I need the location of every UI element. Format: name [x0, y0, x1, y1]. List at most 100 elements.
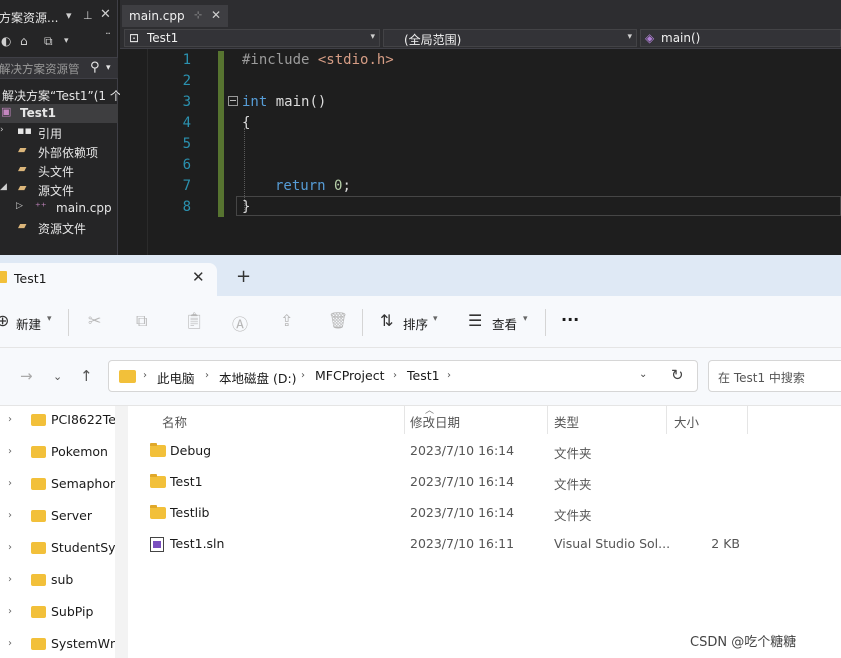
copy-button[interactable]: ⧉	[136, 296, 156, 348]
new-button[interactable]: ⊕ 新建 ▾	[0, 296, 60, 348]
scope-dropdown[interactable]: (全局范围) ▾	[383, 29, 637, 47]
pin-icon[interactable]: ⊥	[83, 9, 93, 22]
tree-source-files[interactable]: ◢ ▰ 源文件	[0, 180, 118, 199]
switch-views-icon[interactable]: ⧉	[44, 34, 53, 49]
nav-item-server[interactable]: › Server	[0, 504, 128, 532]
nav-item-systemwn[interactable]: › SystemWn	[0, 632, 128, 658]
column-divider[interactable]	[666, 406, 667, 434]
expand-arrow-icon[interactable]: ▷	[16, 201, 23, 211]
collapse-arrow-icon[interactable]: ◢	[0, 182, 7, 192]
tab-main-cpp[interactable]: main.cpp ⊹ ✕	[122, 5, 228, 27]
folder-icon	[119, 370, 136, 383]
breadcrumb-separator-icon[interactable]: ›	[447, 370, 451, 381]
chevron-right-icon[interactable]: ›	[8, 446, 12, 457]
column-header-size[interactable]: 大小	[674, 412, 699, 431]
explorer-tab-test1[interactable]: Test1 ✕	[0, 263, 217, 296]
chevron-right-icon[interactable]: ›	[8, 574, 12, 585]
chevron-down-icon[interactable]: ▾	[64, 36, 69, 46]
chevron-down-icon[interactable]: ▾	[106, 63, 111, 73]
tree-solution[interactable]: 解决方案“Test1”(1 个	[0, 85, 122, 104]
breadcrumb-separator-icon[interactable]: ›	[143, 370, 147, 381]
chevron-right-icon[interactable]: ›	[8, 510, 12, 521]
navigation-pane-scrollbar[interactable]	[115, 406, 128, 658]
share-button[interactable]: ⇪	[280, 296, 300, 348]
file-row-testlib[interactable]: Testlib 2023/7/10 16:14 文件夹	[150, 498, 841, 529]
back-icon[interactable]: ◐	[1, 34, 11, 48]
tree-external-deps[interactable]: ▰ 外部依赖项	[0, 142, 118, 161]
navigation-bar: ⊡ Test1 ▾ (全局范围) ▾ ◈ main()	[120, 27, 841, 49]
code-line-1[interactable]: #include <stdio.h>	[242, 52, 394, 68]
refresh-icon[interactable]: ↻	[671, 366, 684, 384]
breadcrumb-separator-icon[interactable]: ›	[393, 370, 397, 381]
nav-item-subpip[interactable]: › SubPip	[0, 600, 128, 628]
breadcrumb-separator-icon[interactable]: ›	[205, 370, 209, 381]
chevron-down-icon[interactable]: ⌄	[639, 369, 647, 380]
column-header-type[interactable]: 类型	[554, 412, 579, 431]
code-line-8[interactable]: }	[242, 199, 250, 215]
search-input[interactable]: 在 Test1 中搜索	[718, 369, 805, 386]
file-row-debug[interactable]: Debug 2023/7/10 16:14 文件夹	[150, 436, 841, 467]
code-line-7[interactable]: return 0;	[275, 178, 351, 194]
code-line-4[interactable]: {	[242, 115, 250, 131]
nav-item-studentsys[interactable]: › StudentSys	[0, 536, 128, 564]
column-divider[interactable]	[404, 406, 405, 434]
panel-menu-icon[interactable]: ▾	[66, 9, 72, 22]
project-dropdown[interactable]: ⊡ Test1 ▾	[124, 29, 380, 47]
more-options-button[interactable]: ···	[561, 296, 585, 348]
nav-item-semaphor[interactable]: › Semaphor	[0, 472, 128, 500]
function-icon: ◈	[645, 31, 655, 45]
divider	[362, 309, 363, 336]
new-tab-button[interactable]: +	[236, 266, 251, 287]
chevron-right-icon[interactable]: ›	[8, 414, 12, 425]
chevron-right-icon[interactable]: ›	[8, 478, 12, 489]
chevron-right-icon[interactable]: ›	[8, 606, 12, 617]
address-bar[interactable]: › 此电脑 › 本地磁盘 (D:) › MFCProject › Test1 ›…	[108, 360, 698, 392]
close-icon[interactable]: ✕	[211, 8, 221, 22]
search-icon[interactable]: ⚲	[90, 60, 100, 75]
paste-button[interactable]: 📋︎	[184, 296, 204, 348]
tree-project-test1[interactable]: ▣ Test1	[0, 104, 118, 123]
tree-main-cpp[interactable]: ▷ ⁺⁺ main.cpp	[0, 199, 118, 218]
column-divider[interactable]	[547, 406, 548, 434]
breadcrumb-this-pc[interactable]: 此电脑	[157, 368, 195, 387]
member-dropdown[interactable]: ◈ main()	[640, 29, 841, 47]
collapse-region-icon[interactable]	[228, 96, 238, 106]
up-arrow-icon[interactable]: ↑	[80, 367, 93, 385]
column-header-date[interactable]: 修改日期	[410, 412, 460, 431]
delete-button[interactable]: 🗑︎	[328, 296, 348, 348]
tree-header-files[interactable]: ▰ 头文件	[0, 161, 118, 180]
code-line-3[interactable]: int main()	[242, 94, 326, 110]
home-icon[interactable]: ⌂	[20, 34, 28, 48]
file-row-test1-sln[interactable]: Test1.sln 2023/7/10 16:11 Visual Studio …	[150, 529, 841, 560]
solution-explorer-search[interactable]: 解决方案资源管 ⚲ ▾	[0, 57, 118, 79]
breadcrumb-test1[interactable]: Test1	[407, 368, 440, 383]
nav-item-pci8622[interactable]: › PCI8622Te	[0, 408, 128, 436]
nav-item-sub[interactable]: › sub	[0, 568, 128, 596]
close-icon[interactable]: ✕	[100, 7, 111, 22]
column-header-name[interactable]: 名称	[162, 412, 187, 431]
nav-item-label: sub	[51, 572, 74, 587]
rename-button[interactable]: Ⓐ	[232, 296, 252, 348]
breadcrumb-mfcproject[interactable]: MFCProject	[315, 368, 384, 383]
chevron-right-icon[interactable]: ›	[8, 542, 12, 553]
sort-button[interactable]: ⇅ 排序 ▾	[380, 296, 450, 348]
tree-resource-files[interactable]: ▰ 资源文件	[0, 218, 118, 237]
column-divider[interactable]	[747, 406, 748, 434]
search-box[interactable]: 在 Test1 中搜索	[708, 360, 841, 392]
breadcrumb-separator-icon[interactable]: ›	[301, 370, 305, 381]
nav-item-pokemon[interactable]: › Pokemon	[0, 440, 128, 468]
project-dropdown-value: Test1	[147, 31, 179, 45]
more-icon[interactable]: ¨	[105, 31, 111, 45]
chevron-right-icon[interactable]: ›	[8, 638, 12, 649]
expand-arrow-icon[interactable]: ›	[0, 125, 4, 135]
recent-locations-icon[interactable]: ⌄	[53, 370, 62, 383]
back-arrow-icon[interactable]: →	[20, 367, 33, 385]
pin-icon[interactable]: ⊹	[194, 10, 202, 21]
search-input[interactable]: 解决方案资源管	[0, 61, 80, 77]
tree-references[interactable]: › ▪▪ 引用	[0, 123, 118, 142]
view-button[interactable]: ☰ 查看 ▾	[468, 296, 538, 348]
cut-button[interactable]: ✂	[88, 296, 108, 348]
close-icon[interactable]: ✕	[192, 268, 205, 286]
file-row-test1[interactable]: Test1 2023/7/10 16:14 文件夹	[150, 467, 841, 498]
breadcrumb-local-disk[interactable]: 本地磁盘 (D:)	[219, 368, 297, 387]
